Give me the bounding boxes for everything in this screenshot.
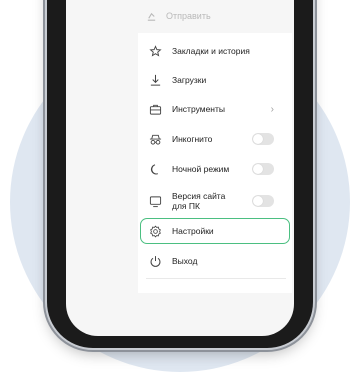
gear-icon (148, 224, 162, 238)
incognito-icon (148, 132, 162, 146)
incognito-toggle[interactable] (252, 133, 274, 145)
download-icon (148, 73, 162, 87)
menu-item-label: Версия сайта для ПК (172, 191, 226, 211)
menu-item-downloads[interactable]: Загрузки (138, 66, 292, 94)
menu-item-label: Выход (172, 256, 198, 266)
menu-item-settings[interactable]: Настройки (138, 217, 292, 245)
desktop-site-toggle[interactable] (252, 195, 274, 207)
menu-item-bookmarks[interactable]: Закладки и история (138, 37, 292, 65)
chevron-right-icon: › (270, 103, 274, 115)
toolbox-icon (148, 102, 162, 116)
menu-item-exit[interactable]: Выход (138, 247, 292, 275)
moon-icon (148, 162, 162, 176)
menu-item-label: Инструменты (172, 104, 226, 114)
menu-item-label: Закладки и история (172, 46, 250, 56)
menu-item-tools[interactable]: Инструменты › (138, 95, 292, 123)
menu-item-label: Ночной режим (172, 164, 230, 174)
share-icon (146, 11, 157, 22)
desktop-icon (148, 194, 162, 208)
star-history-icon (148, 44, 162, 58)
night-mode-toggle[interactable] (252, 163, 274, 175)
menu-item-label: Загрузки (172, 75, 207, 85)
send-label: Отправить (166, 11, 211, 21)
power-icon (148, 254, 162, 268)
menu-bottom-divider (146, 278, 286, 279)
menu-item-desktop-site[interactable]: Версия сайта для ПК (138, 186, 292, 216)
menu-item-label: Инкогнито (172, 134, 213, 144)
menu-item-night-mode[interactable]: Ночной режим (138, 155, 292, 183)
menu-item-incognito[interactable]: Инкогнито (138, 125, 292, 153)
send-item[interactable]: Отправить (146, 6, 211, 26)
menu-item-label: Настройки (172, 226, 214, 236)
